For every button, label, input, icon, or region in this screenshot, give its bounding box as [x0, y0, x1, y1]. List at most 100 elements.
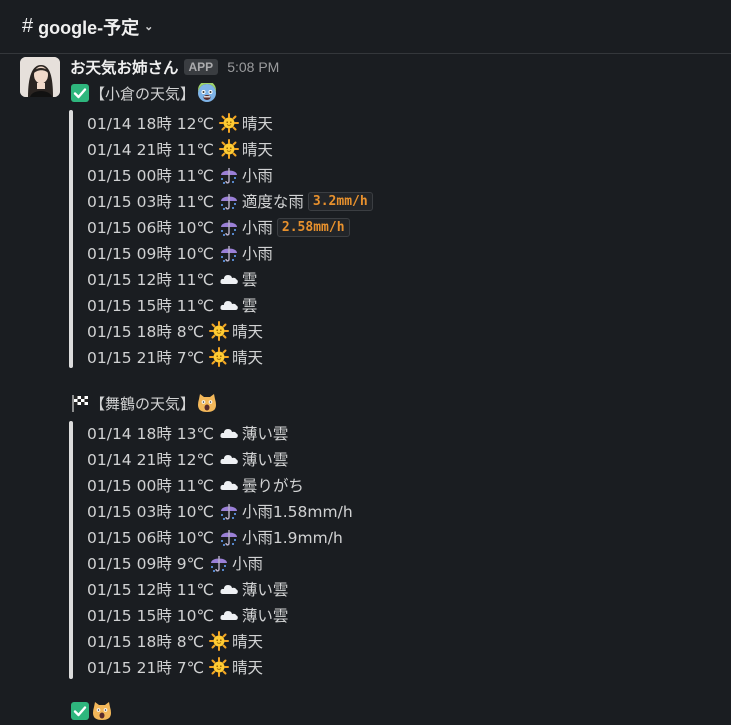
forecast-row: 01/15 21時 7℃ 晴天	[87, 345, 263, 369]
forecast-row: 01/15 00時 11℃ 小雨	[87, 163, 273, 187]
sun-icon	[209, 347, 230, 367]
check-mark-icon	[70, 83, 90, 103]
forecast-row: 01/15 18時 8℃ 晴天	[87, 319, 263, 343]
forecast-row: 01/15 06時 10℃ 小雨1.9mm/h	[87, 525, 343, 549]
channel-name-button[interactable]: # google-予定 ⌄	[22, 14, 153, 40]
sender-name[interactable]: お天気お姉さん	[70, 56, 179, 78]
section-title-text: 【舞鶴の天気】	[90, 394, 196, 413]
umbrella-icon	[209, 553, 229, 573]
forecast-row: 01/14 21時 12℃ 薄い雲	[87, 447, 288, 471]
forecast-condition: 薄い雲	[241, 581, 289, 599]
forecast-datetime: 01/15 12時 11℃	[87, 271, 214, 289]
section-title-text: 【小倉の天気】	[90, 84, 196, 103]
umbrella-icon	[219, 217, 239, 237]
forecast-condition: 小雨1.58mm/h	[241, 503, 353, 521]
avatar[interactable]	[20, 57, 60, 97]
forecast-condition: 適度な雨	[241, 193, 304, 211]
forecast-row: 01/15 09時 9℃ 小雨	[87, 551, 263, 575]
channel-header: # google-予定 ⌄	[0, 0, 731, 54]
cloud-icon	[219, 295, 239, 315]
forecast-row: 01/14 18時 13℃ 薄い雲	[87, 421, 288, 445]
forecast-datetime: 01/15 03時 10℃	[87, 503, 214, 521]
forecast-condition: 薄い雲	[241, 451, 289, 469]
forecast-row: 01/15 21時 7℃ 晴天	[87, 655, 263, 679]
section-title: 【小倉の天気】	[70, 81, 217, 104]
check-mark-icon	[70, 701, 90, 721]
blockquote-bar	[69, 110, 73, 368]
forecast-row: 01/15 12時 11℃ 薄い雲	[87, 577, 288, 601]
forecast-condition: 薄い雲	[241, 607, 289, 625]
forecast-datetime: 01/14 18時 12℃	[87, 115, 214, 133]
forecast-datetime: 01/14 18時 13℃	[87, 425, 214, 443]
forecast-condition: 小雨	[232, 555, 264, 573]
rainfall-code: 2.58mm/h	[276, 217, 350, 237]
umbrella-icon	[219, 243, 239, 263]
forecast-datetime: 01/15 09時 9℃	[87, 555, 205, 573]
forecast-row: 01/15 15時 10℃ 薄い雲	[87, 603, 288, 627]
forecast-datetime: 01/15 00時 11℃	[87, 477, 214, 495]
section-title: 【舞鶴の天気】	[70, 392, 217, 414]
channel-name: google-予定	[38, 17, 140, 38]
forecast-row: 01/14 21時 11℃ 晴天	[87, 137, 273, 161]
forecast-condition: 晴天	[241, 115, 273, 133]
forecast-condition: 晴天	[232, 323, 264, 341]
scared-face-icon	[197, 81, 217, 103]
forecast-datetime: 01/15 09時 10℃	[87, 245, 214, 263]
sun-icon	[218, 113, 239, 133]
forecast-row: 01/15 03時 10℃ 小雨1.58mm/h	[87, 499, 353, 523]
forecast-condition: 雲	[241, 297, 258, 315]
forecast-datetime: 01/15 21時 7℃	[87, 659, 205, 677]
forecast-datetime: 01/15 18時 8℃	[87, 323, 205, 341]
sun-icon	[209, 321, 230, 341]
message-header: お天気お姉さん APP 5:08 PM	[70, 56, 279, 78]
screaming-cat-icon	[197, 393, 217, 413]
cloud-icon	[219, 449, 239, 469]
hash-icon: #	[22, 15, 34, 37]
forecast-datetime: 01/15 15時 10℃	[87, 607, 214, 625]
cloud-icon	[219, 423, 239, 443]
forecast-row: 01/15 09時 10℃ 小雨	[87, 241, 273, 265]
forecast-row: 01/15 03時 11℃ 適度な雨 3.2mm/h	[87, 189, 373, 213]
umbrella-icon	[219, 165, 239, 185]
forecast-row: 01/14 18時 12℃ 晴天	[87, 111, 273, 135]
forecast-row: 01/15 12時 11℃ 雲	[87, 267, 257, 291]
forecast-condition: 薄い雲	[241, 425, 289, 443]
cloud-icon	[219, 605, 239, 625]
forecast-condition: 雲	[241, 271, 258, 289]
forecast-datetime: 01/15 00時 11℃	[87, 167, 214, 185]
umbrella-icon	[219, 527, 239, 547]
checkered-flag-icon	[70, 393, 90, 413]
forecast-condition: 晴天	[241, 141, 273, 159]
forecast-condition: 晴天	[232, 633, 264, 651]
forecast-datetime: 01/15 18時 8℃	[87, 633, 205, 651]
blockquote-bar	[69, 421, 73, 679]
forecast-row: 01/15 06時 10℃ 小雨 2.58mm/h	[87, 215, 350, 239]
cloud-icon	[219, 475, 239, 495]
sun-icon	[209, 631, 230, 651]
forecast-row: 01/15 18時 8℃ 晴天	[87, 629, 263, 653]
forecast-datetime: 01/15 12時 11℃	[87, 581, 214, 599]
forecast-condition: 小雨	[241, 219, 273, 237]
forecast-datetime: 01/15 06時 10℃	[87, 219, 214, 237]
forecast-datetime: 01/14 21時 12℃	[87, 451, 214, 469]
sun-icon	[218, 139, 239, 159]
cloud-icon	[219, 269, 239, 289]
sun-icon	[209, 657, 230, 677]
section-title	[70, 700, 112, 722]
umbrella-icon	[219, 191, 239, 211]
rainfall-code: 3.2mm/h	[307, 191, 373, 211]
forecast-datetime: 01/15 21時 7℃	[87, 349, 205, 367]
chevron-down-icon: ⌄	[144, 21, 154, 33]
forecast-condition: 小雨	[241, 167, 273, 185]
forecast-datetime: 01/14 21時 11℃	[87, 141, 214, 159]
app-badge: APP	[183, 59, 219, 75]
forecast-row: 01/15 15時 11℃ 雲	[87, 293, 257, 317]
forecast-row: 01/15 00時 11℃ 曇りがち	[87, 473, 304, 497]
forecast-condition: 晴天	[232, 349, 264, 367]
forecast-condition: 小雨1.9mm/h	[241, 529, 343, 547]
umbrella-icon	[219, 501, 239, 521]
screaming-cat-icon	[92, 701, 112, 721]
forecast-condition: 晴天	[232, 659, 264, 677]
forecast-datetime: 01/15 15時 11℃	[87, 297, 214, 315]
message-timestamp[interactable]: 5:08 PM	[227, 59, 279, 75]
